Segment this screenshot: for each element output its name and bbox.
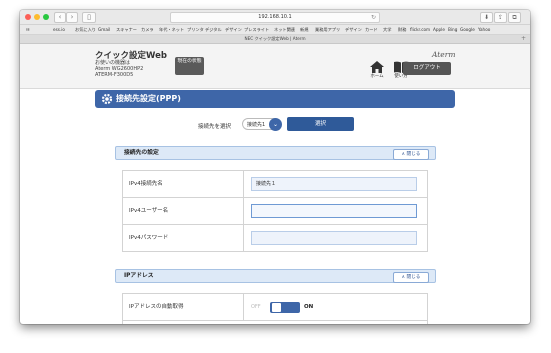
sidebar-icon[interactable]: ▯: [82, 12, 96, 23]
table-row: IPv4ユーザー名: [123, 197, 427, 224]
row-label: IPv4ユーザー名: [129, 208, 169, 214]
bookmark-item[interactable]: お気に入り: [75, 27, 96, 33]
logout-button[interactable]: ログアウト: [403, 62, 451, 75]
cell-divider: [243, 198, 244, 224]
bookmark-item[interactable]: デジタル: [205, 27, 222, 33]
collapse-label: 閉じる: [406, 152, 421, 157]
brand-logo: Aterm: [432, 50, 456, 59]
zoom-window-icon[interactable]: [43, 14, 49, 20]
toggle-off-label: OFF: [251, 304, 261, 310]
bookmark-item[interactable]: 年代・ネット: [159, 27, 184, 33]
share-icon[interactable]: ⇪: [494, 12, 507, 23]
bookmark-item[interactable]: カメラ: [141, 27, 154, 33]
bookmark-item[interactable]: ess.io: [53, 27, 65, 32]
connection-select[interactable]: 接続先1 ⌄: [242, 118, 282, 131]
section-title: 接続先の設定: [124, 150, 159, 156]
row-label: IPアドレスの自動取得: [129, 304, 184, 310]
address-text: 192.168.10.1: [258, 14, 292, 20]
cell-divider: [243, 171, 244, 197]
bookmark-item[interactable]: プリンタ: [187, 27, 204, 33]
section-header-connection: 接続先の設定 ∧ 閉じる: [115, 146, 436, 160]
bookmark-item[interactable]: flickr.com: [410, 27, 430, 32]
row-label: IPv4接続先名: [129, 181, 163, 187]
bookmark-item[interactable]: Gmail: [98, 27, 110, 32]
page-title: 接続先設定(PPP): [116, 94, 181, 103]
browser-window: ‹ › ▯ 192.168.10.1 ↻ ⬇ ⇪ ⧉ ☷ ess.io お気に入…: [20, 10, 530, 324]
collapse-button[interactable]: ∧ 閉じる: [393, 149, 429, 160]
page-header: クイック設定Web お使いの機器は Aterm WG2600HP2 ATERM-…: [20, 44, 530, 89]
bookmark-item[interactable]: カード: [365, 27, 378, 33]
bookmark-item[interactable]: Google: [460, 27, 475, 32]
cell-divider: [243, 225, 244, 251]
tab-bar[interactable]: NEC クイック設定Web | Aterm +: [20, 35, 530, 44]
connection-name-field[interactable]: 接続先１: [251, 177, 417, 191]
row-label: IPv4パスワード: [129, 235, 169, 241]
bookmark-item[interactable]: ネット関連: [274, 27, 295, 33]
toggle-knob: [272, 303, 281, 312]
bookmark-item[interactable]: プレスライト: [244, 27, 269, 33]
select-button[interactable]: 選択: [287, 117, 354, 131]
bookmark-item[interactable]: Yahoo: [478, 27, 490, 32]
chevron-up-icon: ∧: [401, 152, 406, 157]
tab-title[interactable]: NEC クイック設定Web | Aterm: [244, 36, 305, 41]
bookmark-item[interactable]: デザイン: [225, 27, 242, 33]
cell-divider: [243, 294, 244, 320]
home-button[interactable]: ホーム: [366, 61, 388, 79]
bookmark-item[interactable]: Bing: [448, 27, 457, 32]
section-title: IPアドレス: [124, 273, 154, 279]
select-label: 接続先を選択: [198, 124, 232, 130]
home-label: ホーム: [370, 74, 384, 79]
gear-icon: [101, 93, 113, 105]
logout-label: ログアウト: [413, 65, 441, 71]
collapse-button[interactable]: ∧ 閉じる: [393, 272, 429, 283]
bookmark-item[interactable]: 業務用アプリ: [315, 27, 340, 33]
bookmark-item[interactable]: 新規: [300, 27, 308, 33]
browser-toolbar: ‹ › ▯ 192.168.10.1 ↻ ⬇ ⇪ ⧉: [20, 10, 530, 25]
device-model-2: ATERM-F300D5: [95, 72, 134, 78]
auto-ip-toggle[interactable]: [270, 302, 300, 313]
bookmark-item[interactable]: スキャナー: [116, 27, 137, 33]
close-window-icon[interactable]: [25, 14, 31, 20]
ip-address-table: IPアドレスの自動取得 OFF ON: [122, 293, 428, 324]
chevron-down-icon[interactable]: ⌄: [269, 118, 282, 131]
connection-settings-table: IPv4接続先名 接続先１ IPv4ユーザー名 IPv4パスワード: [122, 170, 428, 252]
home-icon: [370, 61, 384, 73]
table-row: IPv4接続先名 接続先１: [123, 171, 427, 197]
tabs-icon[interactable]: ⧉: [508, 12, 521, 23]
select-value: 接続先1: [247, 122, 266, 128]
reload-icon[interactable]: ↻: [371, 13, 376, 22]
address-bar[interactable]: 192.168.10.1 ↻: [170, 12, 380, 23]
bookmark-item[interactable]: デザイン: [345, 27, 362, 33]
minimize-window-icon[interactable]: [34, 14, 40, 20]
bookmark-item[interactable]: 大学: [383, 27, 391, 33]
status-button-label: 現在の状態: [177, 59, 202, 64]
back-icon[interactable]: ‹: [54, 12, 66, 23]
new-tab-icon[interactable]: +: [521, 35, 526, 43]
status-button[interactable]: 現在の状態: [175, 57, 204, 75]
bookmarks-bar: ☷ ess.io お気に入り Gmail スキャナー カメラ 年代・ネット プリ…: [20, 25, 530, 35]
forward-icon[interactable]: ›: [66, 12, 78, 23]
bookmark-item[interactable]: 財務: [398, 27, 406, 33]
table-row: IPv4パスワード: [123, 224, 427, 251]
table-row: [123, 320, 427, 324]
page-title-banner: 接続先設定(PPP): [95, 90, 455, 108]
username-field[interactable]: [251, 204, 417, 218]
section-header-ip-address: IPアドレス ∧ 閉じる: [115, 269, 436, 283]
bookmark-item[interactable]: Apple: [433, 27, 445, 32]
chevron-up-icon: ∧: [401, 275, 406, 280]
toggle-on-label: ON: [304, 304, 314, 310]
reader-icon[interactable]: ☷: [26, 27, 30, 32]
select-button-label: 選択: [314, 121, 326, 127]
password-field[interactable]: [251, 231, 417, 245]
device-info: お使いの機器は Aterm WG2600HP2 ATERM-F300D5: [95, 60, 143, 78]
download-icon[interactable]: ⬇: [480, 12, 493, 23]
collapse-label: 閉じる: [406, 275, 421, 280]
table-row: IPアドレスの自動取得 OFF ON: [123, 294, 427, 320]
